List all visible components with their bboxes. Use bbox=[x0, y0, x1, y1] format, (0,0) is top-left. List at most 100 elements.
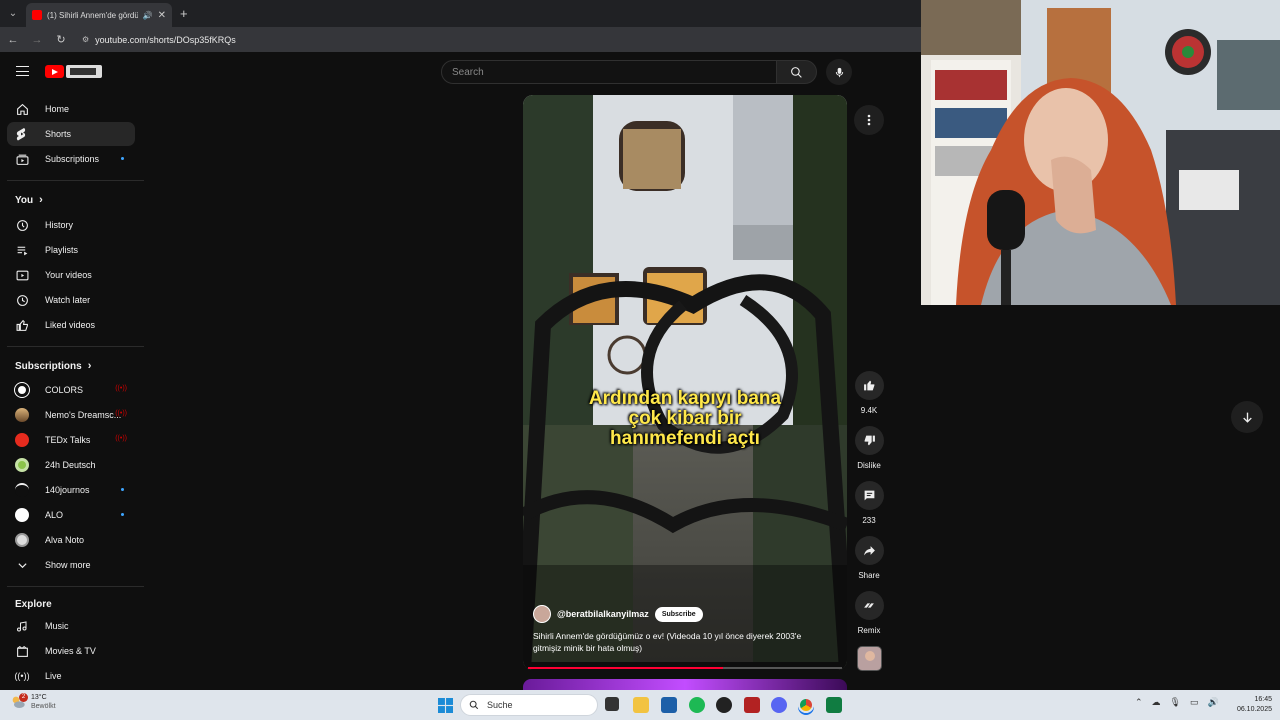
subscriptions-heading-label: Subscriptions bbox=[15, 360, 82, 372]
volume-icon[interactable]: 🔊 bbox=[1208, 697, 1219, 708]
comments-button[interactable]: 233 bbox=[849, 481, 889, 525]
shorts-video-player[interactable]: Ardından kapıyı bana çok kibar bir hanım… bbox=[523, 95, 847, 670]
arrow-down-icon bbox=[1242, 412, 1252, 423]
chrome-icon[interactable] bbox=[798, 697, 814, 713]
taskbar-clock[interactable]: 16:45 06.10.2025 bbox=[1228, 695, 1272, 715]
sidebar-item-label: Music bbox=[45, 621, 69, 631]
spotify-icon[interactable] bbox=[689, 697, 705, 713]
new-tab-icon[interactable]: + bbox=[180, 6, 188, 21]
forward-icon[interactable]: → bbox=[30, 34, 44, 46]
tab-search-icon[interactable]: ⌄ bbox=[0, 0, 26, 27]
divider bbox=[7, 586, 144, 587]
discord-icon[interactable] bbox=[771, 697, 787, 713]
audio-playing-icon[interactable]: 🔊 bbox=[143, 11, 153, 20]
cloud-icon[interactable]: ☁ bbox=[1152, 697, 1161, 708]
channel-avatar bbox=[15, 483, 29, 497]
url-field[interactable]: ⚙ youtube.com/shorts/DOsp35fKRQs bbox=[82, 35, 236, 45]
notification-badge: 2 bbox=[19, 693, 28, 702]
search-button[interactable] bbox=[776, 60, 817, 84]
reload-icon[interactable]: ↻ bbox=[54, 33, 68, 46]
sidebar-item-home[interactable]: Home bbox=[7, 97, 135, 121]
menu-icon[interactable] bbox=[16, 66, 29, 76]
like-count: 9.4K bbox=[860, 406, 878, 415]
chevron-right-icon: › bbox=[87, 360, 92, 372]
channel-info: @beratbilalkanyilmaz Subscribe bbox=[533, 605, 703, 623]
sidebar-channel-tedx-talks[interactable]: TEDx Talks ((•)) bbox=[7, 428, 135, 452]
sidebar-channel-24h-deutsch[interactable]: 24h Deutsch bbox=[7, 453, 135, 477]
channel-name[interactable]: @beratbilalkanyilmaz bbox=[557, 609, 649, 619]
file-explorer-icon[interactable] bbox=[633, 697, 649, 713]
sidebar-channel-colors[interactable]: COLORS ((•)) bbox=[7, 378, 135, 402]
microphone-tray-icon[interactable]: 🎙 bbox=[1170, 697, 1181, 708]
windows-logo-icon bbox=[438, 698, 453, 713]
youtube-logo[interactable] bbox=[45, 65, 102, 78]
sidebar-channel-nemos-dreamscapes[interactable]: Nemo's Dreamsc... ((•)) bbox=[7, 403, 135, 427]
search-icon bbox=[469, 700, 479, 710]
video-title[interactable]: Sihirli Annem'de gördüğümüz o ev! (Video… bbox=[533, 630, 823, 654]
sound-thumbnail[interactable] bbox=[857, 646, 882, 671]
voice-search-button[interactable] bbox=[826, 59, 852, 85]
taskbar-search-label: Suche bbox=[487, 700, 513, 710]
taskbar-search[interactable]: Suche bbox=[460, 694, 598, 716]
remix-button[interactable]: Remix bbox=[849, 591, 889, 635]
store-icon[interactable] bbox=[661, 697, 677, 713]
sidebar-channel-140journos[interactable]: 140journos bbox=[7, 478, 135, 502]
sidebar-item-label: Alva Noto bbox=[45, 535, 85, 545]
channel-avatar bbox=[15, 458, 29, 472]
channel-avatar[interactable] bbox=[533, 605, 551, 623]
movies-icon bbox=[15, 645, 29, 658]
windows-start-button[interactable] bbox=[438, 698, 453, 718]
obs-icon[interactable] bbox=[716, 697, 732, 713]
dislike-button[interactable]: Dislike bbox=[849, 426, 889, 470]
remix-icon bbox=[854, 591, 884, 620]
browser-tab[interactable]: (1) Sihirli Annem'de gördüğ 🔊 ✕ bbox=[26, 3, 172, 27]
new-content-dot bbox=[121, 157, 124, 160]
excel-icon[interactable] bbox=[826, 697, 842, 713]
search-box[interactable] bbox=[441, 60, 777, 84]
history-icon bbox=[15, 219, 29, 232]
weather-widget[interactable]: 2 13°C Bewölkt bbox=[10, 693, 56, 711]
sidebar-item-movies-tv[interactable]: Movies & TV bbox=[7, 639, 135, 663]
next-short-preview[interactable] bbox=[523, 679, 847, 690]
system-tray: ⌃ ☁ 🎙 ▭ 🔊 bbox=[1135, 697, 1219, 708]
sidebar-item-watch-later[interactable]: Watch later bbox=[7, 288, 135, 312]
share-button[interactable]: Share bbox=[849, 536, 889, 580]
sidebar-item-liked-videos[interactable]: Liked videos bbox=[7, 313, 135, 337]
you-section-heading[interactable]: You › bbox=[15, 194, 43, 206]
chevron-up-icon[interactable]: ⌃ bbox=[1135, 697, 1143, 708]
sidebar-channel-alo[interactable]: ALO bbox=[7, 503, 135, 527]
next-short-button[interactable] bbox=[1231, 401, 1263, 433]
like-button[interactable]: 9.4K bbox=[849, 371, 889, 415]
sidebar-item-your-videos[interactable]: Your videos bbox=[7, 263, 135, 287]
comment-icon bbox=[854, 481, 884, 510]
sidebar-item-shorts[interactable]: Shorts bbox=[7, 122, 135, 146]
sidebar-item-live[interactable]: ((•)) Live bbox=[7, 664, 135, 688]
clock-date: 06.10.2025 bbox=[1236, 706, 1272, 713]
subscribe-button[interactable]: Subscribe bbox=[654, 606, 703, 622]
sidebar-item-label: Playlists bbox=[45, 245, 79, 255]
dislike-label: Dislike bbox=[857, 461, 881, 470]
display-icon[interactable]: ▭ bbox=[1190, 697, 1199, 708]
you-heading-label: You bbox=[15, 194, 34, 206]
weather-condition: Bewölkt bbox=[31, 703, 56, 710]
share-icon bbox=[854, 536, 884, 565]
voicemeeter-icon[interactable] bbox=[744, 697, 760, 713]
sidebar-item-subscriptions[interactable]: Subscriptions bbox=[7, 147, 135, 171]
subscriptions-section-heading[interactable]: Subscriptions › bbox=[15, 360, 91, 372]
divider bbox=[7, 346, 144, 347]
back-icon[interactable]: ← bbox=[6, 34, 20, 46]
sidebar-item-playlists[interactable]: Playlists bbox=[7, 238, 135, 262]
show-more-label: Show more bbox=[45, 560, 91, 570]
close-tab-icon[interactable]: ✕ bbox=[158, 10, 166, 21]
more-options-button[interactable] bbox=[854, 105, 884, 135]
sidebar-item-history[interactable]: History bbox=[7, 213, 135, 237]
show-more-button[interactable]: Show more bbox=[7, 553, 135, 577]
sidebar-item-label: Home bbox=[45, 104, 70, 114]
video-progress-bar[interactable] bbox=[528, 667, 842, 669]
site-info-icon[interactable]: ⚙ bbox=[82, 35, 89, 44]
task-view-icon[interactable] bbox=[605, 697, 619, 711]
youtube-favicon-icon bbox=[32, 10, 42, 20]
sidebar-item-music[interactable]: Music bbox=[7, 614, 135, 638]
sidebar-channel-alva-noto[interactable]: Alva Noto bbox=[7, 528, 135, 552]
search-input[interactable] bbox=[452, 66, 776, 78]
